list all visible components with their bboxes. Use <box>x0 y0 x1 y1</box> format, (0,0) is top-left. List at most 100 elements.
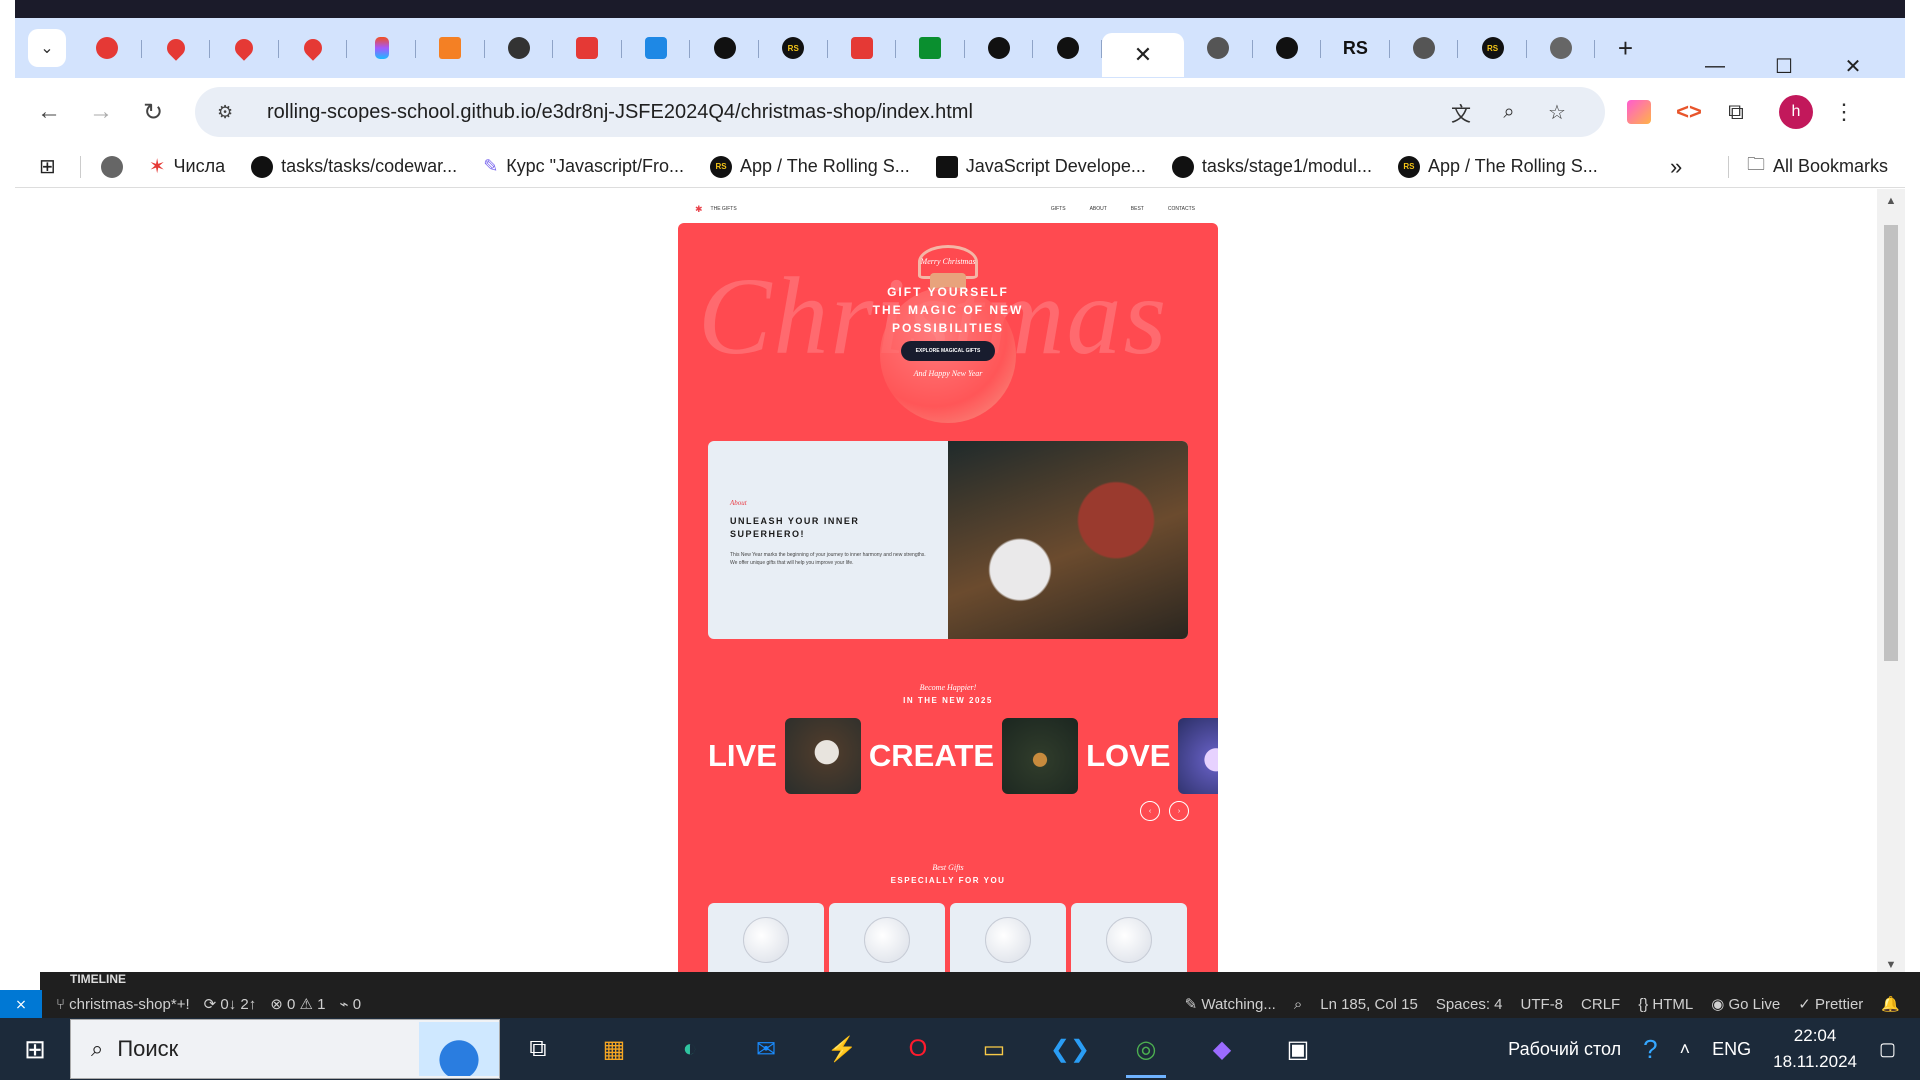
tab-vscode[interactable] <box>622 26 691 70</box>
tab-github-4[interactable] <box>1253 26 1322 70</box>
menu-kebab-icon[interactable]: ⋮ <box>1827 95 1861 129</box>
tab-maps-3[interactable] <box>279 26 348 70</box>
address-bar[interactable]: ⚙ rolling-scopes-school.github.io/e3dr8n… <box>195 87 1605 137</box>
tab-figma[interactable] <box>347 26 416 70</box>
tab-chrome-2[interactable] <box>1390 26 1459 70</box>
site-info-icon[interactable]: ⚙ <box>217 102 245 123</box>
edge-button[interactable]: ◐ <box>652 1018 728 1080</box>
nav-link-gifts[interactable]: GIFTS <box>1051 206 1066 212</box>
new-tab-button[interactable]: + <box>1605 28 1645 68</box>
remote-icon[interactable]: ⨯ <box>0 990 42 1018</box>
profile-avatar[interactable]: h <box>1779 95 1813 129</box>
bookmark-js-developer[interactable]: JavaScript Develope... <box>935 155 1146 178</box>
tab-search-dropdown[interactable]: ⌄ <box>28 29 66 67</box>
translate-icon[interactable]: 文 <box>1445 96 1477 128</box>
language-mode[interactable]: {} HTML <box>1638 996 1693 1013</box>
chrome-button[interactable]: ◎ <box>1108 1018 1184 1080</box>
notifications-icon[interactable]: ▢ <box>1879 1039 1896 1060</box>
scroll-down-arrow[interactable]: ▼ <box>1877 959 1905 971</box>
opera-button[interactable]: O <box>880 1018 956 1080</box>
bookmark-tasks-stage1[interactable]: tasks/stage1/modul... <box>1171 155 1372 178</box>
tab-red[interactable] <box>553 26 622 70</box>
notification-bell-icon[interactable]: 🔔 <box>1881 995 1900 1013</box>
terminal-button[interactable]: ▣ <box>1260 1018 1336 1080</box>
tab-rs-text[interactable]: RS <box>1321 26 1390 70</box>
bookmark-globe[interactable] <box>100 155 123 178</box>
tab-santa[interactable] <box>73 26 142 70</box>
tab-close-icon[interactable]: ✕ <box>1134 42 1152 68</box>
tab-sync[interactable] <box>485 26 554 70</box>
apps-grid-icon[interactable]: ⊞ <box>39 154 56 179</box>
explorer-button[interactable]: ▭ <box>956 1018 1032 1080</box>
start-button[interactable]: ⊞ <box>0 1018 70 1080</box>
nav-link-about[interactable]: ABOUT <box>1090 206 1107 212</box>
nav-link-contacts[interactable]: CONTACTS <box>1168 206 1195 212</box>
problems-status[interactable]: ⊗ 0 ⚠ 1 <box>270 995 325 1013</box>
obsidian-button[interactable]: ◆ <box>1184 1018 1260 1080</box>
forward-button[interactable]: → <box>75 86 127 138</box>
tab-w3[interactable] <box>896 26 965 70</box>
gift-card[interactable] <box>708 903 824 975</box>
language-indicator[interactable]: ENG <box>1712 1039 1751 1060</box>
gift-card[interactable] <box>1071 903 1187 975</box>
tray-expand-icon[interactable]: ˄ <box>1680 1039 1691 1060</box>
watching-status[interactable]: ✎ Watching... <box>1185 995 1276 1013</box>
sync-status[interactable]: ⟳ 0↓ 2↑ <box>204 995 257 1013</box>
cursor-position[interactable]: Ln 185, Col 15 <box>1320 996 1418 1013</box>
slider-next-button[interactable]: › <box>1169 801 1189 821</box>
taskbar-search[interactable]: ⌕ Поиск <box>70 1019 500 1079</box>
task-view-button[interactable]: ⧉ <box>500 1018 576 1080</box>
gift-card[interactable] <box>950 903 1066 975</box>
star-icon[interactable]: ☆ <box>1541 96 1573 128</box>
url-text[interactable]: rolling-scopes-school.github.io/e3dr8nj-… <box>267 101 973 124</box>
cursor-app-button[interactable]: ⚡ <box>804 1018 880 1080</box>
tab-maps-1[interactable] <box>142 26 211 70</box>
indentation[interactable]: Spaces: 4 <box>1436 996 1503 1013</box>
explore-gifts-button[interactable]: EXPLORE MAGICAL GIFTS <box>901 341 995 361</box>
reload-button[interactable]: ↻ <box>127 86 179 138</box>
bookmark-rs-app-1[interactable]: RS App / The Rolling S... <box>710 155 910 178</box>
timeline-panel-header[interactable]: TIMELINE <box>40 972 1920 990</box>
zoom-status-icon[interactable]: ⌕ <box>1294 996 1302 1013</box>
tab-active[interactable]: ✕ <box>1101 33 1184 77</box>
outlook-button[interactable]: ✉ <box>728 1018 804 1080</box>
page-scrollbar[interactable]: ▲ ▼ <box>1877 189 1905 975</box>
nav-link-best[interactable]: BEST <box>1131 206 1144 212</box>
zoom-icon[interactable]: ⌕ <box>1493 96 1525 128</box>
tab-rs-1[interactable]: RS <box>759 26 828 70</box>
bookmark-codewars[interactable]: tasks/tasks/codewar... <box>251 155 457 178</box>
store-button[interactable]: ▦ <box>576 1018 652 1080</box>
encoding[interactable]: UTF-8 <box>1521 996 1564 1013</box>
back-button[interactable]: ← <box>23 86 75 138</box>
vscode-button[interactable]: ❮❯ <box>1032 1018 1108 1080</box>
line-ending[interactable]: CRLF <box>1581 996 1620 1013</box>
scroll-up-arrow[interactable]: ▲ <box>1877 195 1905 207</box>
tab-github-3[interactable] <box>1033 26 1102 70</box>
bookmark-rs-app-2[interactable]: RS App / The Rolling S... <box>1397 155 1598 178</box>
bookmarks-overflow-button[interactable]: » <box>1670 154 1682 180</box>
gift-card[interactable] <box>829 903 945 975</box>
extension-gradient-icon[interactable] <box>1627 100 1651 124</box>
branch-status[interactable]: ⑂ christmas-shop*+! <box>56 996 190 1013</box>
code-extension-icon[interactable]: <> <box>1672 95 1706 129</box>
ports-status[interactable]: ⌁ 0 <box>339 995 361 1013</box>
go-live-button[interactable]: ◉ Go Live <box>1711 995 1780 1013</box>
desktop-label[interactable]: Рабочий стол <box>1508 1039 1621 1060</box>
tab-github-1[interactable] <box>690 26 759 70</box>
all-bookmarks-button[interactable]: 🗀 All Bookmarks <box>1747 152 1888 182</box>
tab-maps-2[interactable] <box>210 26 279 70</box>
tab-globe[interactable] <box>1527 26 1596 70</box>
tab-stackoverflow[interactable] <box>416 26 485 70</box>
tab-css[interactable] <box>828 26 897 70</box>
clock[interactable]: 22:04 18.11.2024 <box>1773 1023 1857 1075</box>
extensions-puzzle-icon[interactable]: ⧉ <box>1719 95 1753 129</box>
tab-github-2[interactable] <box>965 26 1034 70</box>
snowflake-logo-icon[interactable]: ✱ <box>695 204 703 215</box>
tab-chrome-1[interactable] <box>1184 26 1253 70</box>
bookmark-chisla[interactable]: ✶ Числа <box>149 154 225 179</box>
bookmark-course[interactable]: ✎ Курс "Javascript/Fro... <box>483 156 684 177</box>
scrollbar-thumb[interactable] <box>1884 225 1898 661</box>
tab-rs-2[interactable]: RS <box>1458 26 1527 70</box>
slider-prev-button[interactable]: ‹ <box>1140 801 1160 821</box>
help-icon[interactable]: ? <box>1643 1034 1657 1065</box>
